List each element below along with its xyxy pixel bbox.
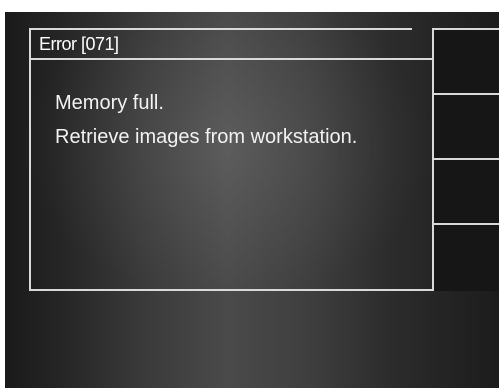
softkey-1[interactable] xyxy=(434,30,499,95)
softkey-4[interactable] xyxy=(434,225,499,291)
dialog-message: Memory full. Retrieve images from workst… xyxy=(55,86,357,154)
dialog-title: Error [071] xyxy=(39,34,119,54)
error-dialog: Error [071] Memory full. Retrieve images… xyxy=(29,28,432,291)
softkey-3[interactable] xyxy=(434,160,499,225)
dialog-message-line-1: Memory full. xyxy=(55,92,164,114)
dialog-message-line-2: Retrieve images from workstation. xyxy=(55,126,358,148)
softkey-panel xyxy=(432,28,499,291)
screen-top-bezel xyxy=(5,0,499,12)
dialog-title-bar: Error [071] xyxy=(31,28,432,60)
device-screen: Error [071] Memory full. Retrieve images… xyxy=(5,0,499,388)
softkey-2[interactable] xyxy=(434,95,499,160)
